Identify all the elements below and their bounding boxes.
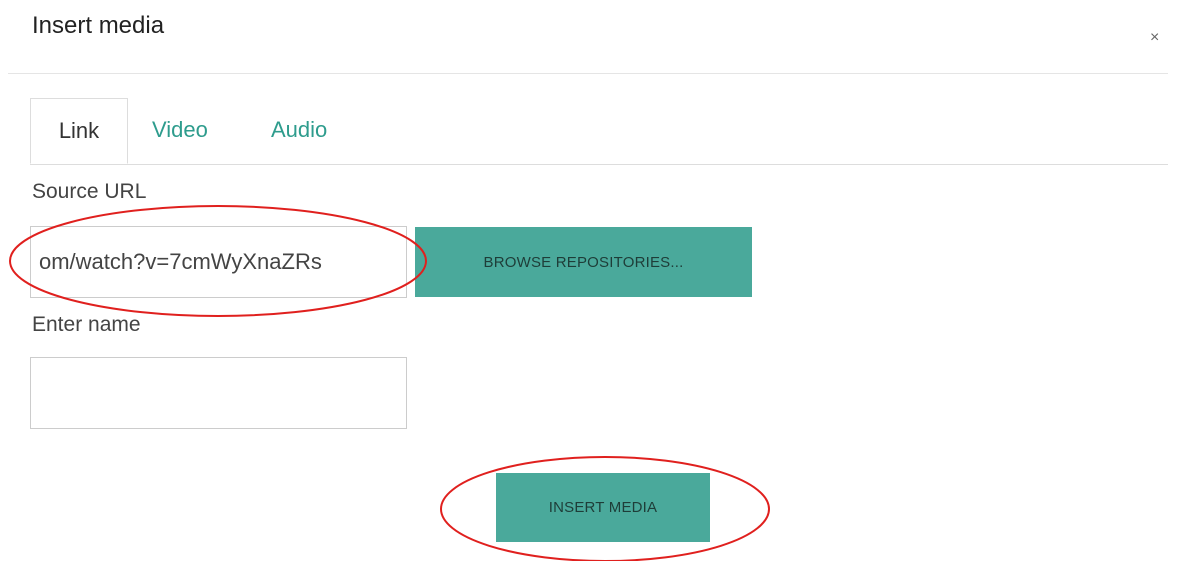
close-icon[interactable]: ×	[1150, 30, 1159, 46]
header-divider	[8, 73, 1168, 74]
tab-link[interactable]: Link	[30, 98, 128, 164]
tab-audio[interactable]: Audio	[271, 98, 327, 164]
media-type-tabs: Link Video Audio	[30, 98, 1168, 165]
source-url-input[interactable]	[30, 226, 407, 298]
dialog-title: Insert media	[32, 12, 165, 39]
browse-repositories-button[interactable]: BROWSE REPOSITORIES...	[415, 227, 752, 297]
tab-video[interactable]: Video	[152, 98, 208, 164]
source-url-label: Source URL	[32, 180, 147, 203]
insert-media-button[interactable]: INSERT MEDIA	[496, 473, 710, 542]
enter-name-label: Enter name	[32, 313, 141, 336]
name-input[interactable]	[30, 357, 407, 429]
insert-media-dialog: Insert media × Link Video Audio Source U…	[0, 0, 1177, 561]
